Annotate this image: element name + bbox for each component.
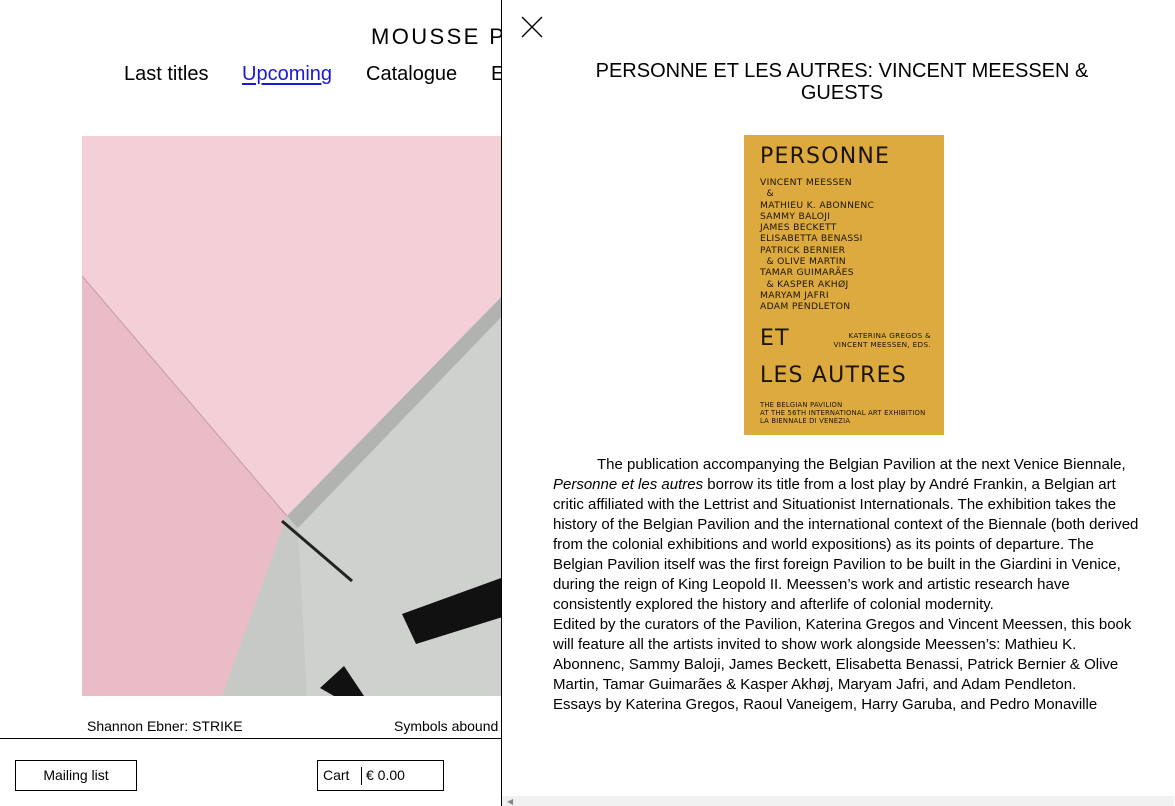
product-title: PERSONNE ET LES AUTRES: VINCENT MEESSEN … (595, 60, 1089, 104)
cart-divider (361, 767, 362, 785)
book-photo (82, 136, 512, 696)
featured-book-image[interactable] (82, 136, 512, 696)
site-title[interactable]: MOUSSE P (371, 24, 506, 50)
description-paragraph-3: Essays by Katerina Gregos, Raoul Vaneige… (553, 696, 1098, 713)
description-p1-book-title: Personne et les autres (553, 476, 704, 493)
cover-title-middle: ET (760, 326, 790, 351)
product-detail-panel: PERSONNE ET LES AUTRES: VINCENT MEESSEN … (501, 0, 1175, 806)
footer-divider (0, 738, 510, 739)
cover-subtitle: THE BELGIAN PAVILION AT THE 56TH INTERNA… (760, 401, 926, 425)
scroll-left-icon[interactable]: ◀ (507, 797, 513, 806)
caption-symbols[interactable]: Symbols abound (394, 718, 498, 734)
cart-label[interactable]: Cart (323, 761, 349, 790)
cover-artist-list: VINCENT MEESSEN & MATHIEU K. ABONNENC SA… (760, 177, 875, 313)
book-cover-image: PERSONNE VINCENT MEESSEN & MATHIEU K. AB… (744, 135, 944, 435)
close-icon[interactable] (521, 16, 543, 38)
horizontal-scrollbar[interactable]: ◀ (502, 796, 1174, 806)
cover-title-top: PERSONNE (760, 144, 891, 169)
cart-widget[interactable]: Cart € 0.00 (317, 760, 444, 791)
nav-last-titles[interactable]: Last titles (124, 63, 208, 86)
description-paragraph-1: The publication accompanying the Belgian… (553, 455, 1141, 615)
nav-upcoming[interactable]: Upcoming (242, 63, 332, 86)
cart-total: € 0.00 (366, 767, 405, 783)
cover-editors: KATERINA GREGOS & VINCENT MEESSEN, EDS. (833, 331, 931, 349)
caption-strike[interactable]: Shannon Ebner: STRIKE (87, 718, 243, 734)
description-p1-start: The publication accompanying the Belgian… (597, 456, 1126, 473)
nav-catalogue[interactable]: Catalogue (366, 63, 457, 86)
product-description: The publication accompanying the Belgian… (553, 455, 1141, 715)
description-p1-end: borrow its title from a lost play by And… (553, 476, 1139, 613)
mailing-list-button[interactable]: Mailing list (15, 760, 137, 791)
cover-title-bottom: LES AUTRES (760, 363, 907, 388)
description-paragraph-2: Edited by the curators of the Pavilion, … (553, 616, 1132, 693)
